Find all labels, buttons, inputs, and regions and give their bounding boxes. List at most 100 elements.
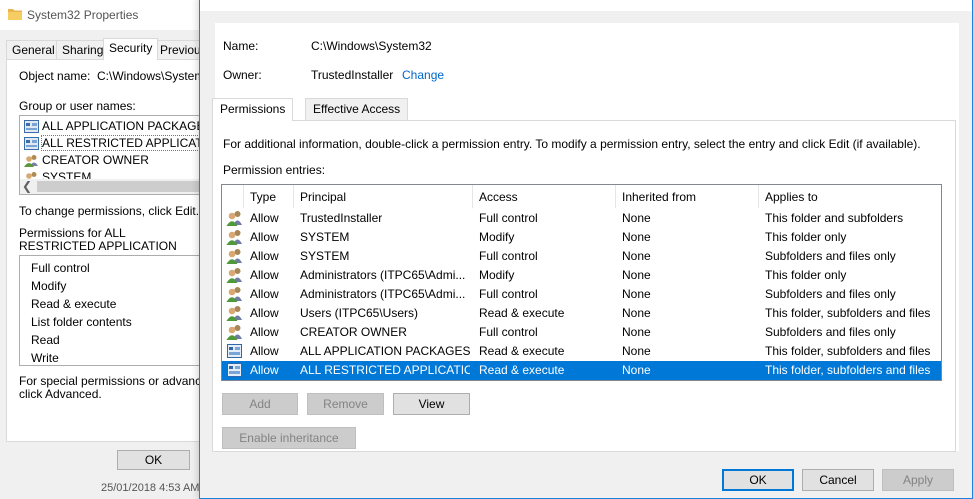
column-header-inherited[interactable]: Inherited from xyxy=(616,185,759,208)
table-row[interactable]: Allow Administrators (ITPC65\Admi... Modif… xyxy=(222,266,941,285)
change-permissions-text: To change permissions, click Edit. xyxy=(19,204,200,218)
cell-type: Allow xyxy=(250,211,279,225)
cell-type: Allow xyxy=(250,306,279,320)
horizontal-scrollbar[interactable]: ❮ xyxy=(20,179,204,194)
cell-inherited: None xyxy=(622,230,651,244)
users-icon xyxy=(226,305,243,321)
cell-principal: Administrators (ITPC65\Admi... xyxy=(300,268,466,282)
users-icon xyxy=(226,248,243,264)
table-row[interactable]: Allow Administrators (ITPC65\Admi... Full … xyxy=(222,285,941,304)
permission-item: List folder contents xyxy=(31,315,132,329)
permission-entries-table[interactable]: Type Principal Access Inherited from App… xyxy=(221,184,942,381)
info-text: For additional information, double-click… xyxy=(223,137,921,151)
permission-item: Full control xyxy=(31,261,90,275)
cell-type: Allow xyxy=(250,230,279,244)
group-names-label: Group or user names: xyxy=(19,99,136,113)
cell-principal: SYSTEM xyxy=(300,249,350,263)
permissions-for-label: Permissions for ALL xyxy=(19,226,126,240)
change-owner-link[interactable]: Change xyxy=(402,68,444,82)
app-package-icon xyxy=(24,120,39,133)
column-header-access[interactable]: Access xyxy=(473,185,616,208)
system32-properties-window: System32 Properties General Sharing Secu… xyxy=(0,0,205,499)
list-item[interactable]: ALL APPLICATION PACKAGES xyxy=(24,119,204,135)
column-header-applies[interactable]: Applies to xyxy=(759,185,941,208)
table-row[interactable]: Allow ALL APPLICATION PACKAGES Read & exec… xyxy=(222,342,941,361)
list-item[interactable]: ALL RESTRICTED APPLICATION PACKAGES xyxy=(24,135,204,152)
cell-access: Modify xyxy=(479,230,515,244)
table-row[interactable]: Allow ALL RESTRICTED APPLICATIO... Read & … xyxy=(222,361,941,380)
scroll-left-icon[interactable]: ❮ xyxy=(22,179,32,193)
tab-security[interactable]: Security xyxy=(103,38,159,60)
cell-applies: This folder only xyxy=(765,268,847,282)
cell-inherited: None xyxy=(622,268,651,282)
permission-item: Modify xyxy=(31,279,67,293)
users-icon xyxy=(226,267,243,283)
users-icon xyxy=(226,229,243,245)
tab-general[interactable]: General xyxy=(6,40,61,59)
group-user-list[interactable]: ALL APPLICATION PACKAGES ALL RESTRICTED … xyxy=(19,115,204,195)
cell-type: Allow xyxy=(250,344,279,358)
title-bar[interactable] xyxy=(200,0,972,11)
permissions-list: Full control Modify Read & execute List … xyxy=(19,255,204,366)
folder-icon xyxy=(8,9,22,20)
cell-type: Allow xyxy=(250,363,279,377)
table-row[interactable]: Allow SYSTEM Full control None Subfolders an… xyxy=(222,247,941,266)
special-permissions-text-2: click Advanced. xyxy=(19,387,102,401)
view-button[interactable]: View xyxy=(393,393,470,415)
table-row[interactable]: Allow SYSTEM Modify None This folder only xyxy=(222,228,941,247)
add-button[interactable]: Add xyxy=(222,393,298,415)
cell-principal: ALL APPLICATION PACKAGES xyxy=(300,344,470,358)
cell-applies: This folder, subfolders and files xyxy=(765,344,931,358)
object-name-label: Object name: xyxy=(19,69,91,83)
cell-inherited: None xyxy=(622,211,651,225)
app-package-icon xyxy=(226,343,243,359)
cell-applies: Subfolders and files only xyxy=(765,325,896,339)
table-row[interactable]: Allow Users (ITPC65\Users) Read & execute N… xyxy=(222,304,941,323)
permissions-for-label-2: RESTRICTED APPLICATION xyxy=(19,239,177,253)
owner-value: TrustedInstaller xyxy=(311,68,394,82)
tab-effective-access[interactable]: Effective Access xyxy=(305,98,409,120)
title-bar[interactable]: System32 Properties xyxy=(0,0,204,30)
ok-button[interactable]: OK xyxy=(117,450,190,470)
cell-principal: ALL RESTRICTED APPLICATIO... xyxy=(300,363,470,377)
table-header: Type Principal Access Inherited from App… xyxy=(222,185,941,208)
cell-type: Allow xyxy=(250,268,279,282)
cell-principal: Administrators (ITPC65\Admi... xyxy=(300,287,466,301)
ok-button[interactable]: OK xyxy=(722,469,794,491)
cell-inherited: None xyxy=(622,344,651,358)
cell-applies: This folder and subfolders xyxy=(765,211,904,225)
tab-permissions[interactable]: Permissions xyxy=(212,98,294,121)
cell-access: Modify xyxy=(479,268,515,282)
cell-principal: Users (ITPC65\Users) xyxy=(300,306,419,320)
table-row[interactable]: Allow CREATOR OWNER Full control None Subfol… xyxy=(222,323,941,342)
table-row[interactable]: Allow TrustedInstaller Full control None Thi… xyxy=(222,209,941,228)
cell-inherited: None xyxy=(622,287,651,301)
enable-inheritance-button[interactable]: Enable inheritance xyxy=(222,427,356,449)
users-icon xyxy=(226,210,243,226)
cell-applies: This folder, subfolders and files xyxy=(765,306,931,320)
users-icon xyxy=(226,286,243,302)
special-permissions-text: For special permissions or advanced sett… xyxy=(19,374,204,388)
cell-access: Full control xyxy=(479,249,538,263)
footer-date: 25/01/2018 4:53 AM xyxy=(101,482,200,494)
icon-column-header[interactable] xyxy=(222,185,244,208)
cell-inherited: None xyxy=(622,306,651,320)
column-header-principal[interactable]: Principal xyxy=(294,185,473,208)
object-name-value: C:\Windows\System32 xyxy=(97,69,204,83)
cell-access: Read & execute xyxy=(479,344,565,358)
remove-button[interactable]: Remove xyxy=(307,393,384,415)
cell-principal: TrustedInstaller xyxy=(300,211,383,225)
column-header-type[interactable]: Type xyxy=(244,185,294,208)
tab-previous[interactable]: Previous xyxy=(154,40,204,59)
cancel-button[interactable]: Cancel xyxy=(802,469,874,491)
cell-inherited: None xyxy=(622,325,651,339)
tab-sharing[interactable]: Sharing xyxy=(56,40,110,59)
cell-principal: CREATOR OWNER xyxy=(300,325,407,339)
cell-inherited: None xyxy=(622,363,651,377)
cell-access: Read & execute xyxy=(479,306,565,320)
window-title: System32 Properties xyxy=(27,8,139,22)
apply-button[interactable]: Apply xyxy=(882,469,954,491)
cell-type: Allow xyxy=(250,249,279,263)
list-item[interactable]: CREATOR OWNER xyxy=(24,153,149,169)
scrollbar-thumb[interactable] xyxy=(37,181,204,192)
